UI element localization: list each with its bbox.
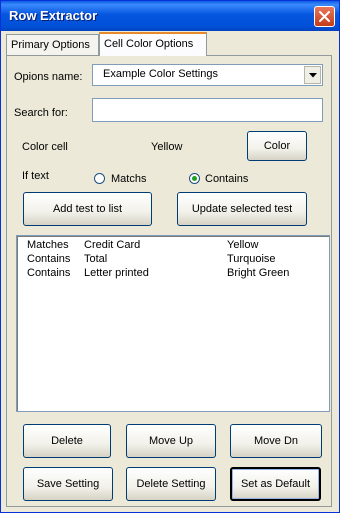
title-bar[interactable]: Row Extractor (1, 1, 339, 31)
delete-button[interactable]: Delete (23, 424, 111, 458)
test-mode: Contains (27, 253, 71, 265)
contains-radio[interactable] (189, 173, 200, 184)
add-test-button[interactable]: Add test to list (23, 192, 152, 226)
window-title: Row Extractor (9, 8, 98, 23)
color-cell-value: Yellow (151, 141, 183, 153)
close-button[interactable] (314, 6, 335, 27)
test-mode: Contains (27, 267, 71, 279)
options-name-dropdown[interactable]: Example Color Settings (92, 64, 323, 86)
test-color: Yellow (227, 239, 259, 251)
contains-radio-label[interactable]: Contains (205, 173, 248, 185)
tests-list[interactable]: Matches Credit Card Yellow Contains Tota… (16, 235, 330, 412)
test-text: Credit Card (84, 239, 141, 251)
color-cell-label: Color cell (22, 141, 68, 153)
test-mode: Matches (27, 239, 69, 251)
close-icon (319, 11, 330, 22)
color-button[interactable]: Color (247, 131, 307, 161)
move-down-button[interactable]: Move Dn (230, 424, 322, 458)
save-setting-button[interactable]: Save Setting (23, 467, 113, 501)
move-up-button[interactable]: Move Up (126, 424, 216, 458)
if-text-label: If text (22, 170, 49, 182)
tab-primary-options[interactable]: Primary Options (6, 34, 99, 56)
search-input[interactable] (92, 98, 323, 122)
update-test-button[interactable]: Update selected test (177, 192, 307, 226)
options-name-value: Example Color Settings (103, 68, 218, 80)
matches-radio-label[interactable]: Matchs (111, 173, 146, 185)
matches-radio[interactable] (94, 173, 105, 184)
chevron-down-icon (309, 73, 317, 78)
set-default-button[interactable]: Set as Default (230, 467, 321, 501)
test-text: Letter printed (84, 267, 149, 279)
options-name-label: Opions name: (14, 71, 83, 83)
search-label: Search for: (14, 107, 68, 119)
test-color: Bright Green (227, 267, 290, 279)
test-color: Turquoise (227, 253, 276, 265)
delete-setting-button[interactable]: Delete Setting (126, 467, 216, 501)
tab-cell-color-options[interactable]: Cell Color Options (99, 32, 207, 56)
radio-selected-dot (192, 176, 197, 181)
test-text: Total (84, 253, 108, 265)
dropdown-arrow-button[interactable] (304, 66, 321, 84)
